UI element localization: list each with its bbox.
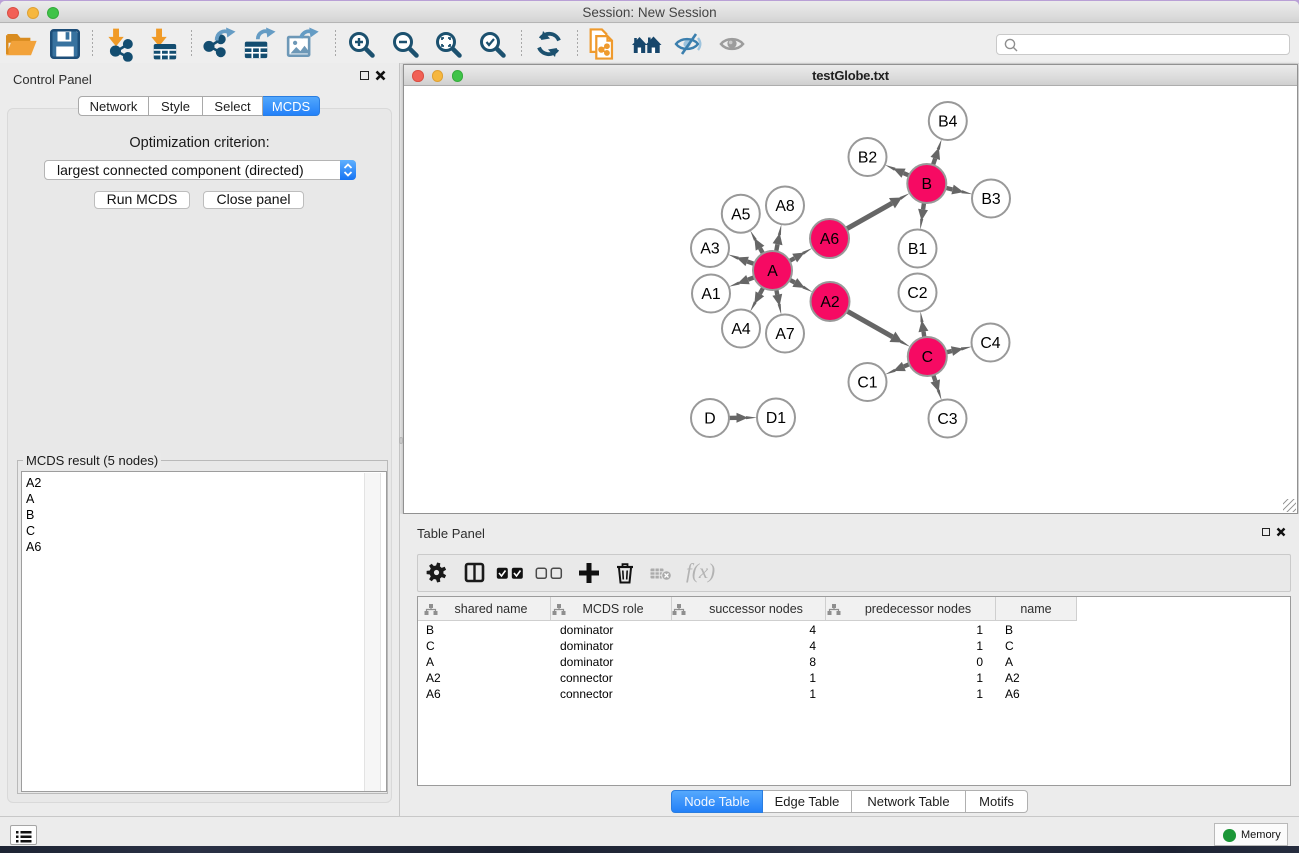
svg-text:B: B [922,176,933,193]
svg-text:D: D [704,411,715,428]
svg-text:B4: B4 [938,114,958,131]
svg-text:A: A [767,263,778,280]
svg-text:A2: A2 [820,294,839,311]
svg-text:A7: A7 [775,326,794,343]
svg-text:A3: A3 [700,241,720,258]
svg-text:A1: A1 [701,286,721,303]
svg-text:B3: B3 [981,191,1001,208]
svg-text:B2: B2 [858,150,877,167]
svg-text:B1: B1 [908,241,928,258]
svg-text:A4: A4 [731,321,751,338]
svg-text:A6: A6 [820,231,840,248]
svg-text:C3: C3 [937,411,957,428]
svg-text:C2: C2 [907,285,927,302]
svg-text:A5: A5 [731,206,751,223]
svg-text:C4: C4 [980,335,1000,352]
svg-text:A8: A8 [775,198,795,215]
svg-text:D1: D1 [766,410,786,427]
svg-text:C: C [922,349,933,366]
svg-text:C1: C1 [857,375,877,392]
